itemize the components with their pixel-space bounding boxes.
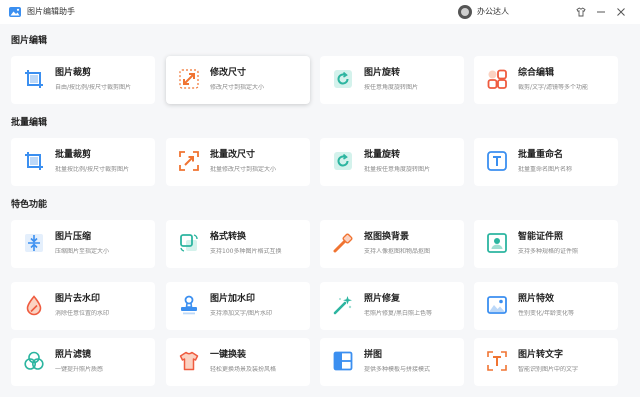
tool-card-photo-restore[interactable]: 照片修复 老照片修复/黑白照上色等 [320,282,464,330]
collage-icon [333,351,353,371]
tool-name: 图片压缩 [55,232,92,242]
tool-name: 综合编辑 [518,68,555,78]
close-icon [617,8,625,16]
tool-card-comprehensive-edit[interactable]: 综合编辑 裁剪/文字/滤镜等多个功能 [474,56,618,104]
tool-name: 图片转文字 [518,350,564,360]
tool-desc: 老照片修复/黑白照上色等 [364,310,433,317]
tool-name: 图片旋转 [364,68,401,78]
format-convert-icon [180,234,198,252]
tool-desc: 提供多种模板与拼接模式 [364,366,431,373]
tool-card-outfit-change[interactable]: 一键换装 轻松更换场景及装扮风格 [166,338,310,386]
tool-name: 照片修复 [364,294,401,304]
batch-resize-icon [179,151,199,171]
text-t-icon [487,151,507,171]
tool-name: 修改尺寸 [210,68,247,78]
section-title-batch-edit: 批量编辑 [11,118,48,128]
tool-name: 图片加水印 [210,294,256,304]
tool-desc: 支持100多种图片格式互换 [210,248,282,255]
tool-card-batch-rotate[interactable]: 批量旋转 批量按任意角度旋转图片 [320,138,464,186]
tool-desc: 批量按任意角度旋转图片 [364,166,431,173]
tool-desc: 一键提升照片质感 [55,366,104,373]
add-watermark-icon [181,295,197,315]
user-name[interactable]: 办公达人 [477,5,509,19]
tool-desc: 性别变化/年龄变化等 [518,310,575,317]
tool-card-format-convert[interactable]: 格式转换 支持100多种图片格式互换 [166,220,310,268]
tool-desc: 支持添加文字/图片水印 [210,310,273,317]
tool-name: 照片特效 [518,294,555,304]
tool-card-id-photo[interactable]: 智能证件照 支持多种规格的证件照 [474,220,618,268]
tool-name: 批量旋转 [364,150,401,160]
shirt-icon [576,7,586,17]
tool-name: 格式转换 [210,232,247,242]
tool-desc: 按任意角度旋转图片 [364,84,419,91]
tool-desc: 支持多种规格的证件照 [518,248,579,255]
tool-card-compress[interactable]: 图片压缩 压缩图片至指定大小 [11,220,155,268]
tool-name: 抠图换背景 [364,232,410,242]
section-title-features: 特色功能 [11,200,48,210]
tool-card-batch-rename[interactable]: 批量重命名 批量重命名图片名称 [474,138,618,186]
tool-card-cutout[interactable]: 抠图换背景 支持人像抠图和物品抠图 [320,220,464,268]
remove-watermark-icon [26,295,42,316]
filter-icon [24,351,44,370]
minimize-icon [597,11,605,13]
tool-desc: 批量按比例/按尺寸裁剪图片 [55,166,130,173]
tool-name: 批量改尺寸 [210,150,256,160]
tool-card-resize[interactable]: 修改尺寸 修改尺寸到指定大小 [166,56,310,104]
rotate-icon [334,70,352,88]
tool-card-crop[interactable]: 图片裁剪 自由/按比例/按尺寸裁剪图片 [11,56,155,104]
tshirt-icon [179,351,199,371]
tool-desc: 批量修改尺寸到指定大小 [210,166,277,173]
tool-desc: 自由/按比例/按尺寸裁剪图片 [55,84,132,91]
tool-name: 批量裁剪 [55,150,92,160]
tool-card-rotate[interactable]: 图片旋转 按任意角度旋转图片 [320,56,464,104]
tool-card-photo-effect[interactable]: 照片特效 性别变化/年龄变化等 [474,282,618,330]
tool-desc: 修改尺寸到指定大小 [210,84,265,91]
tool-desc: 消除任意位置的水印 [55,310,110,317]
tool-card-add-watermark[interactable]: 图片加水印 支持添加文字/图片水印 [166,282,310,330]
app-title: 图片编辑助手 [27,7,75,16]
tool-name: 图片去水印 [55,294,101,304]
tool-card-batch-resize[interactable]: 批量改尺寸 批量修改尺寸到指定大小 [166,138,310,186]
tool-desc: 批量重命名图片名称 [518,166,573,173]
app-logo-icon [9,7,21,17]
tool-desc: 智能识别图片中的文字 [518,366,579,373]
photo-effect-icon [487,296,507,314]
crop-icon [25,70,43,88]
title-bar: 图片编辑助手 办公达人 [0,0,640,24]
tool-name: 一键换装 [210,350,247,360]
close-button[interactable] [612,3,630,21]
tool-card-batch-crop[interactable]: 批量裁剪 批量按比例/按尺寸裁剪图片 [11,138,155,186]
tool-card-image-to-text[interactable]: 图片转文字 智能识别图片中的文字 [474,338,618,386]
tool-card-remove-watermark[interactable]: 图片去水印 消除任意位置的水印 [11,282,155,330]
tool-name: 图片裁剪 [55,68,92,78]
tool-card-photo-filter[interactable]: 照片滤镜 一键提升照片质感 [11,338,155,386]
section-title-image-edit: 图片编辑 [11,36,48,46]
tool-name: 智能证件照 [518,232,564,242]
skin-button[interactable] [572,3,590,21]
batch-rotate-icon [334,152,352,170]
tool-name: 拼图 [364,350,383,360]
minimize-button[interactable] [592,3,610,21]
batch-crop-icon [25,152,43,170]
resize-icon [179,69,199,89]
avatar[interactable] [458,5,472,19]
tool-card-collage[interactable]: 拼图 提供多种模板与拼接模式 [320,338,464,386]
tool-desc: 裁剪/文字/滤镜等多个功能 [518,84,589,91]
tool-desc: 压缩图片至指定大小 [55,248,110,255]
compress-icon [25,234,43,252]
tool-desc: 轻松更换场景及装扮风格 [210,366,277,373]
tool-desc: 支持人像抠图和物品抠图 [364,248,431,255]
tool-name: 批量重命名 [518,150,564,160]
tool-name: 照片滤镜 [55,350,92,360]
cutout-icon [333,233,353,253]
ocr-text-icon [487,351,507,371]
grid-edit-icon [487,69,507,89]
magic-wand-icon [333,296,352,315]
id-photo-icon [487,233,507,253]
